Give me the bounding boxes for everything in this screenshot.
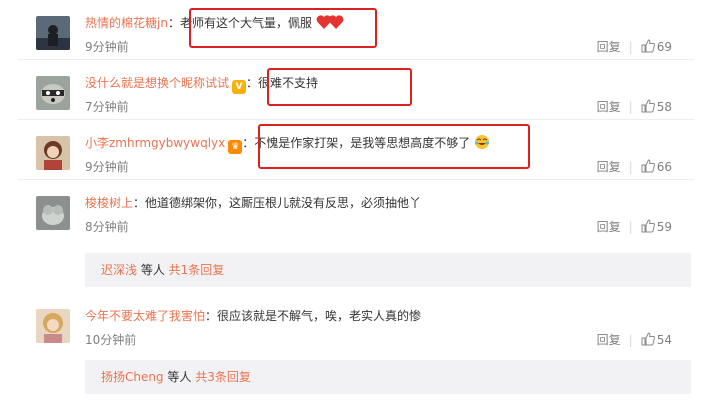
like-count: 69 xyxy=(656,40,672,54)
username[interactable]: 没什么就是想换个昵称试试 xyxy=(85,76,229,90)
reply-button[interactable]: 回复 xyxy=(597,40,621,54)
like-count: 58 xyxy=(656,100,672,114)
divider: | xyxy=(628,160,633,174)
highlight-box xyxy=(267,68,412,106)
like-button[interactable]: 54 xyxy=(641,332,672,349)
divider: | xyxy=(628,40,633,54)
reply-summary[interactable]: 扬扬Cheng 等人 共3条回复 xyxy=(85,360,691,394)
reply-button[interactable]: 回复 xyxy=(597,333,621,347)
timestamp: 9分钟前 xyxy=(85,40,129,54)
reply-summary-text: 等人 xyxy=(137,263,169,277)
like-button[interactable]: 69 xyxy=(641,39,672,56)
username[interactable]: 今年不要太难了我害怕 xyxy=(85,309,205,323)
avatar[interactable] xyxy=(36,16,70,50)
like-button[interactable]: 66 xyxy=(641,159,672,176)
fan-badge-icon: ♛ xyxy=(228,140,243,154)
comment-item: 今年不要太难了我害怕：很应该就是不解气，唉，老实人真的惨 10分钟前 回复 | 54 xyxy=(18,293,694,351)
view-replies-link[interactable]: 共1条回复 xyxy=(169,263,225,277)
avatar[interactable] xyxy=(36,136,70,170)
comment-text: ：他道德绑架你，这厮压根儿就没有反思，必须抽他丫 xyxy=(133,196,422,210)
avatar[interactable] xyxy=(36,196,70,230)
divider: | xyxy=(628,100,633,114)
comment-list: 热情的棉花糖jn：老师有这个大气量，佩服 9分钟前 回复 | 69 没什么就是想换个… xyxy=(18,0,694,411)
thumbs-up-icon xyxy=(641,39,655,56)
reply-button[interactable]: 回复 xyxy=(597,220,621,234)
thumbs-up-icon xyxy=(641,332,655,349)
like-count: 59 xyxy=(656,220,672,234)
reply-summary-text: 等人 xyxy=(163,370,196,384)
timestamp: 8分钟前 xyxy=(85,220,129,234)
highlight-box xyxy=(258,124,530,169)
like-button[interactable]: 58 xyxy=(641,99,672,116)
timestamp: 9分钟前 xyxy=(85,160,129,174)
username[interactable]: 小李zmhrmgybwywqlyx xyxy=(85,136,225,150)
avatar[interactable] xyxy=(36,76,70,110)
highlight-box xyxy=(189,8,377,48)
like-count: 66 xyxy=(656,160,672,174)
comment-text: ：很应该就是不解气，唉，老实人真的惨 xyxy=(205,309,422,323)
username[interactable]: 梭梭树上 xyxy=(85,196,133,210)
thumbs-up-icon xyxy=(641,159,655,176)
like-count: 54 xyxy=(656,333,672,347)
reply-summary[interactable]: 迟深浅 等人 共1条回复 xyxy=(85,253,691,287)
comment-item: 梭梭树上：他道德绑架你，这厮压根儿就没有反思，必须抽他丫 8分钟前 回复 | 59 xyxy=(18,180,694,237)
reply-button[interactable]: 回复 xyxy=(597,160,621,174)
divider: | xyxy=(628,333,633,347)
thumbs-up-icon xyxy=(641,219,655,236)
view-replies-link[interactable]: 共3条回复 xyxy=(195,370,251,384)
verified-v-icon: V xyxy=(232,80,247,94)
avatar[interactable] xyxy=(36,309,70,343)
thumbs-up-icon xyxy=(641,99,655,116)
timestamp: 7分钟前 xyxy=(85,100,129,114)
username[interactable]: 热情的棉花糖jn xyxy=(85,16,168,30)
reply-username[interactable]: 迟深浅 xyxy=(101,263,137,277)
like-button[interactable]: 59 xyxy=(641,219,672,236)
divider: | xyxy=(628,220,633,234)
reply-button[interactable]: 回复 xyxy=(597,100,621,114)
reply-username[interactable]: 扬扬Cheng xyxy=(101,370,164,384)
timestamp: 10分钟前 xyxy=(85,333,137,347)
